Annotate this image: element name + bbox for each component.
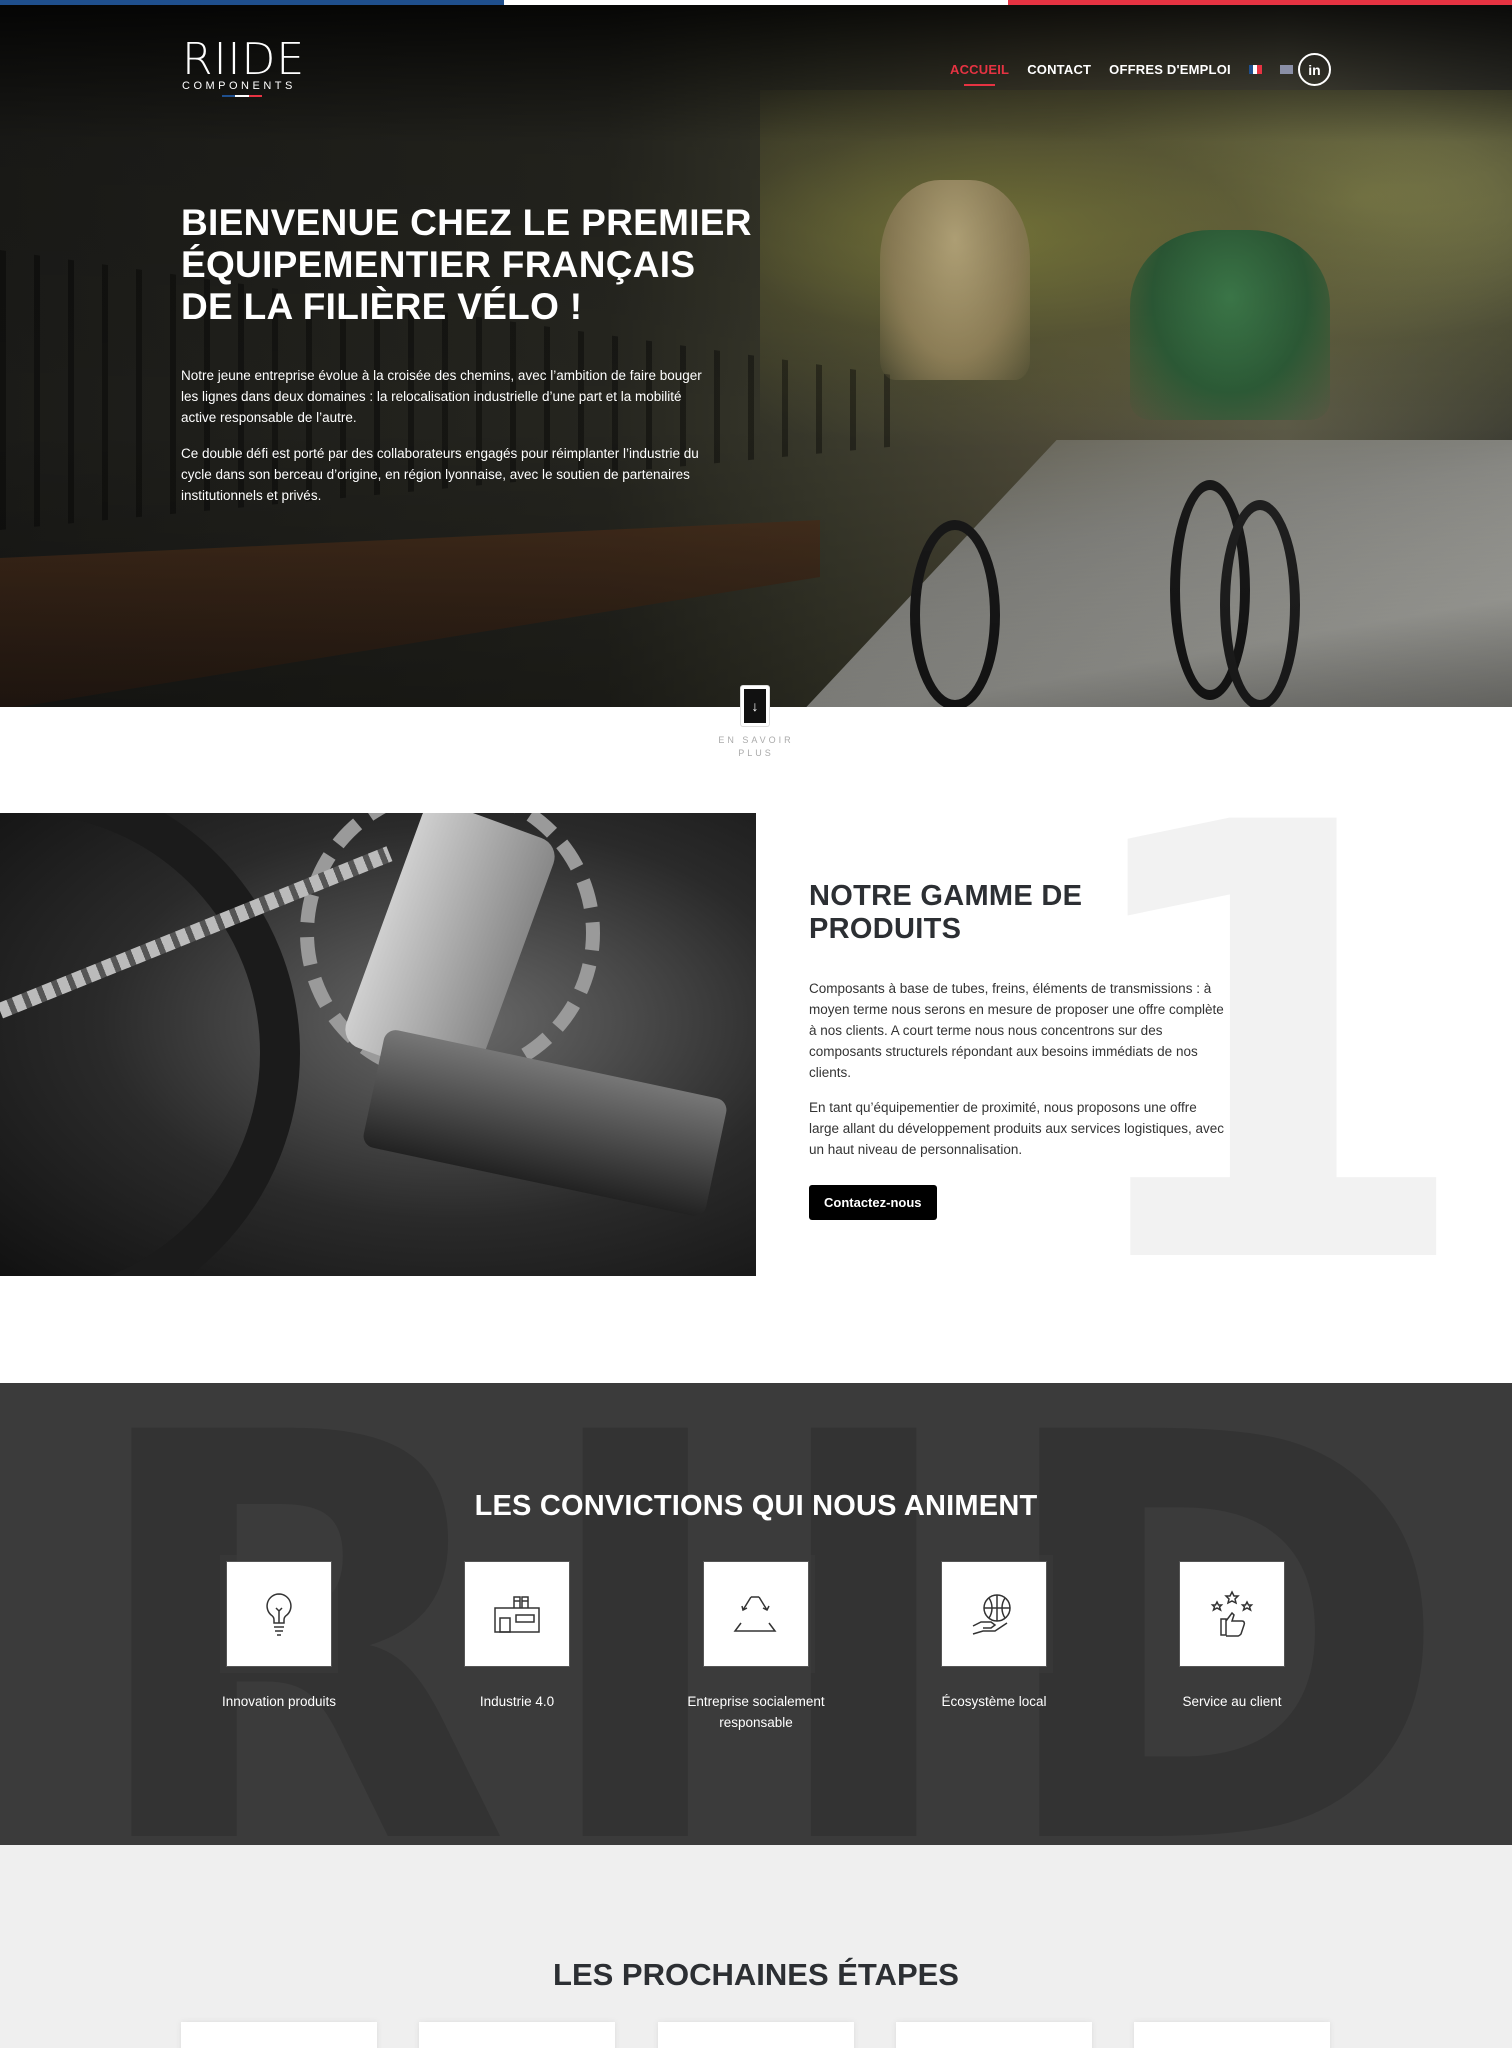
- riide-logo[interactable]: RIIDE COMPONENTS: [182, 38, 304, 102]
- convictions-section: RIIDE LES CONVICTIONS QUI NOUS ANIMENT I…: [0, 1383, 1512, 1845]
- conviction-innovation: Innovation produits: [179, 1555, 379, 1712]
- step-card: [1134, 2022, 1330, 2048]
- products-title: NOTRE GAMME DE PRODUITS: [809, 880, 1083, 945]
- products-paragraph-1: Composants à base de tubes, freins, élém…: [809, 981, 1224, 1080]
- conviction-rse: Entreprise socialement responsable: [656, 1555, 856, 1733]
- step-card: [658, 2022, 854, 2048]
- step-card: [896, 2022, 1092, 2048]
- en-flag-icon[interactable]: [1279, 65, 1293, 74]
- hero-section: RIIDE COMPONENTS ACCUEIL CONTACT OFFRES …: [0, 0, 1512, 707]
- nav-contact[interactable]: CONTACT: [1027, 62, 1091, 77]
- next-steps-title: LES PROCHAINES ÉTAPES: [553, 1957, 959, 1992]
- main-nav: ACCUEIL CONTACT OFFRES D'EMPLOI: [950, 62, 1293, 86]
- hero-paragraph-1: Notre jeune entreprise évolue à la crois…: [181, 368, 702, 425]
- factory-icon: [458, 1555, 576, 1673]
- hero-title: BIENVENUE CHEZ LE PREMIER ÉQUIPEMENTIER …: [181, 202, 752, 327]
- recycle-icon: [697, 1555, 815, 1673]
- conviction-ecosysteme: Écosystème local: [894, 1555, 1094, 1712]
- nav-offres-emploi[interactable]: OFFRES D'EMPLOI: [1109, 62, 1231, 77]
- next-steps-section: LES PROCHAINES ÉTAPES: [0, 1845, 1512, 2048]
- fr-flag-icon[interactable]: [1248, 65, 1262, 74]
- contact-us-button[interactable]: Contactez-nous: [809, 1185, 937, 1220]
- arrow-down-icon: ↓: [751, 698, 759, 714]
- linkedin-icon[interactable]: in: [1298, 53, 1331, 86]
- nav-accueil[interactable]: ACCUEIL: [950, 62, 1009, 86]
- convictions-title: LES CONVICTIONS QUI NOUS ANIMENT: [474, 1490, 1038, 1522]
- lightbulb-icon: [220, 1555, 338, 1673]
- hero-paragraph-2: Ce double défi est porté par des collabo…: [181, 446, 699, 503]
- step-card: [181, 2022, 377, 2048]
- thumbs-up-stars-icon: [1173, 1555, 1291, 1673]
- bike-pedal-image: [0, 813, 756, 1276]
- scroll-down-button[interactable]: ↓: [741, 686, 769, 726]
- tricolor-bar: [0, 0, 1512, 5]
- products-paragraph-2: En tant qu’équipementier de proximité, n…: [809, 1100, 1224, 1157]
- scroll-label[interactable]: EN SAVOIR PLUS: [700, 734, 812, 760]
- conviction-service: Service au client: [1132, 1555, 1332, 1712]
- products-text: NOTRE GAMME DE PRODUITS Composants à bas…: [809, 880, 1239, 1220]
- globe-hand-icon: [935, 1555, 1053, 1673]
- conviction-industrie: Industrie 4.0: [417, 1555, 617, 1712]
- step-card: [419, 2022, 615, 2048]
